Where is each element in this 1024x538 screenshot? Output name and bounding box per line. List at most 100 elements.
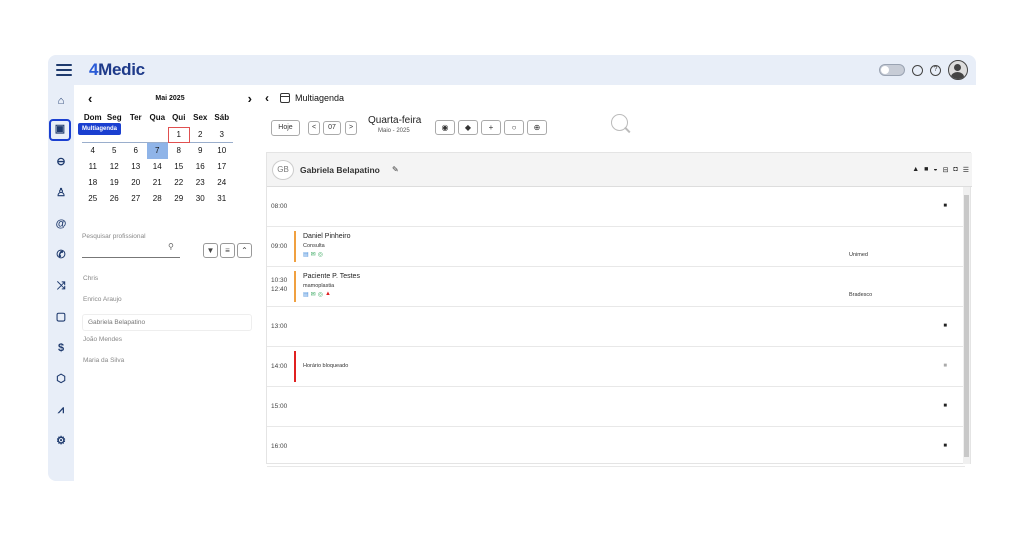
menu-icon[interactable] xyxy=(56,62,72,78)
calendar-day[interactable]: 12 xyxy=(104,159,126,175)
globe-button[interactable]: ⊕ xyxy=(527,120,547,135)
calendar-day[interactable]: 6 xyxy=(125,143,147,159)
calendar-day[interactable]: 15 xyxy=(168,159,190,175)
home-icon[interactable]: ⌂ xyxy=(53,93,69,109)
calendar-day[interactable]: 29 xyxy=(168,191,190,207)
dollar-icon[interactable]: $ xyxy=(53,340,69,356)
date-field[interactable]: 07 xyxy=(323,121,341,135)
calendar-day[interactable]: 1 xyxy=(168,127,190,143)
calendar-day[interactable]: 11 xyxy=(82,159,104,175)
professional-item[interactable]: Enrico Araujo xyxy=(82,294,252,315)
tag-button[interactable]: ◆ xyxy=(458,120,478,135)
patient-name[interactable]: Paciente P. Testes xyxy=(303,273,360,280)
list-button[interactable]: ≡ xyxy=(220,243,235,258)
calendar-day[interactable]: 13 xyxy=(125,159,147,175)
calendar-day[interactable]: 20 xyxy=(125,175,147,191)
calendar-day[interactable]: 3 xyxy=(211,127,233,143)
calendar-day[interactable]: 5 xyxy=(104,143,126,159)
lock-icon[interactable]: ■ xyxy=(943,443,947,449)
professional-item[interactable]: Maria da Silva xyxy=(82,355,252,376)
lock-icon[interactable]: ■ xyxy=(943,323,947,329)
professional-item[interactable]: Gabriela Belapatino xyxy=(82,314,252,331)
prev-day-button[interactable]: < xyxy=(308,121,320,135)
box-icon[interactable]: ⬡ xyxy=(53,371,69,387)
whatsapp-button[interactable]: ○ xyxy=(504,120,524,135)
time-slot[interactable]: 08:00 ■ xyxy=(267,187,965,227)
calendar-day[interactable]: 14 xyxy=(147,159,169,175)
chart-icon[interactable]: ⩘ xyxy=(53,402,69,418)
user-icon[interactable]: ♙ xyxy=(53,185,69,201)
today-button[interactable]: Hoje xyxy=(271,120,300,136)
calendar-day[interactable]: 30 xyxy=(190,191,212,207)
calendar-day[interactable]: 22 xyxy=(168,175,190,191)
lock-icon[interactable]: ■ xyxy=(943,363,947,369)
collapse-button[interactable]: ⌃ xyxy=(237,243,252,258)
whatsapp-icon[interactable]: ◎ xyxy=(318,251,323,258)
at-icon[interactable]: @ xyxy=(53,216,69,232)
calendar-day[interactable]: 25 xyxy=(82,191,104,207)
next-month-icon[interactable]: › xyxy=(248,91,252,106)
document-icon[interactable]: ▤ xyxy=(303,251,309,258)
calendar-day[interactable]: 26 xyxy=(104,191,126,207)
calendar-day[interactable]: 27 xyxy=(125,191,147,207)
blocked-label: Horário bloqueado xyxy=(303,363,349,369)
user-avatar[interactable] xyxy=(948,60,968,80)
warning-icon[interactable]: ▲ xyxy=(325,291,331,298)
calendar-day[interactable]: 8 xyxy=(168,143,190,159)
professional-item[interactable]: João Mendes xyxy=(82,334,252,355)
document-icon[interactable]: ▤ xyxy=(303,291,309,298)
scrollbar[interactable] xyxy=(963,187,970,464)
calendar-day[interactable]: 24 xyxy=(211,175,233,191)
next-day-button[interactable]: > xyxy=(345,121,357,135)
theme-toggle[interactable] xyxy=(879,64,905,76)
warning-icon[interactable]: ▲ xyxy=(912,166,919,174)
add-button[interactable]: + xyxy=(481,120,501,135)
time-slot[interactable]: 09:00 Daniel Pinheiro Consulta ▤ ✉ ◎ Unimed xyxy=(267,227,965,267)
block-icon[interactable]: ■ xyxy=(924,166,928,174)
car-icon[interactable]: ⊖ xyxy=(53,154,69,170)
shuffle-icon[interactable]: ⤨ xyxy=(53,278,69,294)
calendar-day[interactable]: 19 xyxy=(104,175,126,191)
time-slot[interactable]: 16:00 ■ xyxy=(267,427,965,467)
back-icon[interactable]: ‹ xyxy=(265,91,269,105)
calendar-day[interactable]: 21 xyxy=(147,175,169,191)
professional-search[interactable]: Pesquisar profissional ⚲ xyxy=(82,233,180,258)
unlock-icon[interactable]: ◒ xyxy=(933,166,937,174)
patient-name[interactable]: Daniel Pinheiro xyxy=(303,233,350,240)
calendar-nav-icon[interactable]: ▣ xyxy=(49,119,71,141)
calendar-day[interactable]: 18 xyxy=(82,175,104,191)
calendar-day[interactable]: 4 xyxy=(82,143,104,159)
save-icon[interactable]: ◘ xyxy=(953,166,957,174)
calendar-day[interactable]: 23 xyxy=(190,175,212,191)
whatsapp-icon[interactable]: ◎ xyxy=(318,291,323,298)
settings-icon[interactable]: ⚙ xyxy=(53,433,69,449)
calendar-day[interactable]: 28 xyxy=(147,191,169,207)
calendar-day[interactable]: 31 xyxy=(211,191,233,207)
print-icon[interactable]: ⊟ xyxy=(943,166,949,174)
time-slot[interactable]: 10:30 12:40 Paciente P. Testes mamoplastia ▤… xyxy=(267,267,965,307)
search-icon[interactable] xyxy=(611,114,628,131)
appointment-color-bar xyxy=(294,231,296,262)
lock-icon[interactable]: ■ xyxy=(943,203,947,209)
list-icon[interactable]: ☰ xyxy=(963,166,969,174)
edit-icon[interactable]: ✎ xyxy=(392,165,399,174)
calendar-day[interactable]: 17 xyxy=(211,159,233,175)
view-button[interactable]: ◉ xyxy=(435,120,455,135)
calendar-day[interactable]: 2 xyxy=(189,127,211,143)
calendar-day[interactable]: 10 xyxy=(211,143,233,159)
time-slot[interactable]: 15:00 ■ xyxy=(267,387,965,427)
calendar-day[interactable]: 9 xyxy=(190,143,212,159)
filter-button[interactable]: ▼ xyxy=(203,243,218,258)
chat-icon[interactable] xyxy=(912,64,923,76)
lock-icon[interactable]: ■ xyxy=(943,403,947,409)
help-icon[interactable]: ? xyxy=(930,64,941,76)
professional-item[interactable]: Chris xyxy=(82,273,252,294)
phone-icon[interactable]: ✆ xyxy=(53,247,69,263)
email-icon[interactable]: ✉ xyxy=(311,291,316,298)
time-slot[interactable]: 14:00 Horário bloqueado ■ xyxy=(267,347,965,387)
clipboard-icon[interactable]: ▢ xyxy=(53,309,69,325)
calendar-day[interactable]: 16 xyxy=(190,159,212,175)
email-icon[interactable]: ✉ xyxy=(311,251,316,258)
time-slot[interactable]: 13:00 ■ xyxy=(267,307,965,347)
calendar-day[interactable]: 7 xyxy=(146,143,168,159)
